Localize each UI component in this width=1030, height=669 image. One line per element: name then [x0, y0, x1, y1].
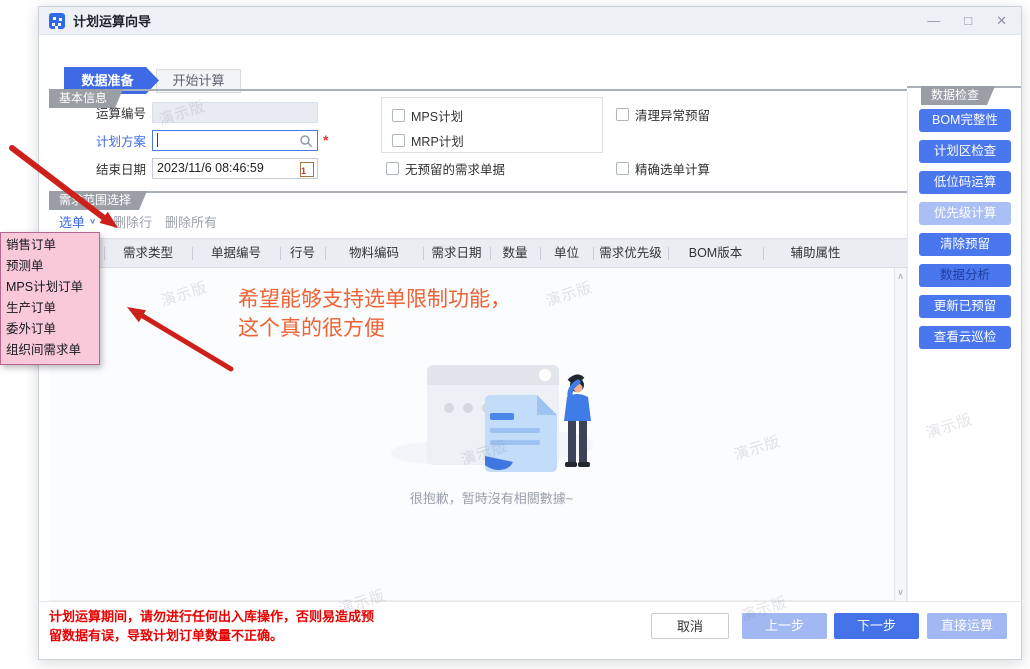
- wizard-steps: 开始计算 数据准备: [39, 37, 1021, 65]
- mps-plan-checkbox[interactable]: [392, 109, 405, 122]
- delete-row-button[interactable]: 删除行: [113, 212, 152, 231]
- empty-state-illustration: [389, 361, 594, 479]
- demand-range-section-title: 需求范围选择: [49, 191, 147, 210]
- plan-scheme-label: 计划方案: [71, 131, 146, 150]
- data-analysis-button[interactable]: 数据分析: [919, 264, 1011, 287]
- cancel-button[interactable]: 取消: [651, 613, 729, 639]
- vertical-scrollbar[interactable]: ∧ ∨: [894, 268, 907, 601]
- scroll-down-icon[interactable]: ∨: [897, 587, 904, 598]
- scroll-up-icon[interactable]: ∧: [897, 271, 904, 282]
- run-number-label: 运算编号: [71, 103, 146, 122]
- basic-info-section-rule: 基本信息: [49, 89, 907, 91]
- view-cloud-inspect-button[interactable]: 查看云巡检: [919, 326, 1011, 349]
- mps-plan-label: MPS计划: [411, 106, 463, 125]
- exact-select-calc-label: 精确选单计算: [635, 159, 710, 178]
- text-caret: [157, 133, 158, 147]
- delete-all-button[interactable]: 删除所有: [165, 212, 217, 231]
- demand-range-section-rule: 需求范围选择: [49, 191, 907, 193]
- end-date-label: 结束日期: [71, 159, 146, 178]
- required-asterisk: *: [323, 132, 328, 148]
- plan-area-check-button[interactable]: 计划区检查: [919, 140, 1011, 163]
- column-header[interactable]: 单位: [540, 239, 593, 267]
- menu-item-forecast[interactable]: 预测单: [1, 256, 99, 277]
- end-date-input[interactable]: 2023/11/6 08:46:59 1: [152, 158, 318, 179]
- menu-item-mps-plan-order[interactable]: MPS计划订单: [1, 277, 99, 298]
- minimize-icon[interactable]: —: [927, 14, 940, 27]
- clean-abnormal-reserve-checkbox[interactable]: [616, 108, 629, 121]
- run-number-input[interactable]: [152, 102, 318, 123]
- menu-item-production-order[interactable]: 生产订单: [1, 298, 99, 319]
- column-header[interactable]: 物料编码: [325, 239, 423, 267]
- window-title: 计划运算向导: [73, 11, 151, 30]
- plan-wizard-dialog: 计划运算向导 — □ ✕ 开始计算 数据准备 基本信息 运算编号 计划方案: [38, 6, 1022, 660]
- demand-table-header: 需求类型 单据编号 行号 物料编码 需求日期 数量 单位 需求优先级 BOM版本…: [49, 238, 907, 268]
- close-icon[interactable]: ✕: [996, 14, 1007, 27]
- footer-warning-text: 计划运算期间，请勿进行任何出入库操作，否则易造成预留数据有误，导致计划订单数量不…: [49, 608, 379, 646]
- column-header[interactable]: 数量: [490, 239, 540, 267]
- plan-scheme-input[interactable]: [152, 130, 318, 151]
- menu-item-subcontract-order[interactable]: 委外订单: [1, 319, 99, 340]
- low-level-code-button[interactable]: 低位码运算: [919, 171, 1011, 194]
- select-order-dropdown-menu: 销售订单 预测单 MPS计划订单 生产订单 委外订单 组织间需求单: [0, 232, 100, 365]
- calendar-icon[interactable]: 1: [300, 162, 314, 177]
- annotation-note: 希望能够支持选单限制功能， 这个真的很方便: [238, 286, 511, 344]
- column-header[interactable]: 辅助属性: [763, 239, 868, 267]
- column-header[interactable]: 行号: [280, 239, 325, 267]
- search-icon[interactable]: [299, 134, 313, 148]
- clean-abnormal-reserve-label: 清理异常预留: [635, 105, 710, 124]
- exact-select-calc-checkbox[interactable]: [616, 162, 629, 175]
- titlebar: 计划运算向导 — □ ✕: [39, 7, 1021, 35]
- menu-item-sales-order[interactable]: 销售订单: [1, 235, 99, 256]
- column-header[interactable]: 需求优先级: [593, 239, 668, 267]
- empty-state-text: 很抱歉，暂時沒有相關數據~: [389, 488, 594, 507]
- main-area-divider: [907, 92, 908, 601]
- app-icon: [49, 13, 65, 29]
- empty-state: 很抱歉，暂時沒有相關數據~: [389, 361, 594, 507]
- column-header[interactable]: 需求日期: [423, 239, 490, 267]
- update-reserved-button[interactable]: 更新已预留: [919, 295, 1011, 318]
- data-check-section-title: 数据检查: [921, 86, 995, 105]
- next-step-button[interactable]: 下一步: [834, 613, 919, 639]
- mrp-plan-checkbox[interactable]: [392, 134, 405, 147]
- screen: 计划运算向导 — □ ✕ 开始计算 数据准备 基本信息 运算编号 计划方案: [0, 0, 1030, 669]
- column-header[interactable]: 单据编号: [192, 239, 280, 267]
- column-header[interactable]: BOM版本: [668, 239, 763, 267]
- select-order-button[interactable]: 选单 ∨: [59, 212, 96, 231]
- no-reserve-demand-label: 无预留的需求单据: [405, 159, 505, 178]
- direct-run-button[interactable]: 直接运算: [927, 613, 1007, 639]
- no-reserve-demand-checkbox[interactable]: [386, 162, 399, 175]
- prev-step-button[interactable]: 上一步: [742, 613, 827, 639]
- chevron-down-icon: ∨: [89, 217, 96, 226]
- priority-calc-button[interactable]: 优先级计算: [919, 202, 1011, 225]
- maximize-icon[interactable]: □: [964, 14, 972, 27]
- footer-separator: [39, 601, 1021, 602]
- data-check-section-rule: 数据检查: [907, 86, 1021, 88]
- menu-item-interorg-demand[interactable]: 组织间需求单: [1, 340, 99, 361]
- column-header[interactable]: 需求类型: [104, 239, 192, 267]
- mrp-plan-label: MRP计划: [411, 131, 464, 150]
- plan-type-groupbox: MPS计划 MRP计划: [381, 97, 603, 153]
- bom-integrity-button[interactable]: BOM完整性: [919, 109, 1011, 132]
- clear-reserve-button[interactable]: 清除预留: [919, 233, 1011, 256]
